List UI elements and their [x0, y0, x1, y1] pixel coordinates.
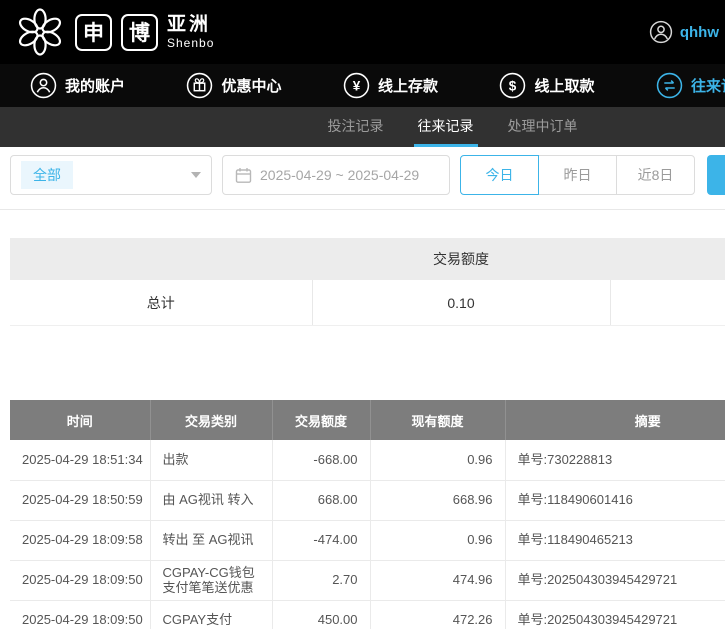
- brand-char-1: 申: [75, 14, 112, 51]
- brand-logo: 申 博 亚洲 Shenbo: [14, 6, 214, 58]
- record-cell-type: 转出 至 AG视讯: [150, 520, 272, 560]
- calendar-icon: [235, 167, 252, 184]
- brand-region: 亚洲: [167, 15, 214, 34]
- nav-item-label: 线上存款: [378, 75, 438, 96]
- date-range-value: 2025-04-29 ~ 2025-04-29: [260, 167, 419, 183]
- user-avatar-icon: [649, 20, 673, 44]
- records-table: 时间交易类别交易额度现有额度摘要 2025-04-29 18:51:34出款-6…: [10, 400, 725, 629]
- record-cell-time: 2025-04-29 18:09:50: [10, 560, 150, 600]
- record-cell-type: 出款: [150, 440, 272, 480]
- category-selected-value: 全部: [21, 161, 73, 189]
- records-icon: [656, 72, 683, 99]
- search-button[interactable]: [707, 155, 725, 195]
- records-header-cell: 交易额度: [272, 400, 370, 440]
- nav-item-label: 往来记录: [691, 75, 725, 96]
- record-cell-type: CGPAY-CG钱包支付笔笔送优惠: [150, 560, 272, 600]
- nav-item-label: 线上取款: [534, 75, 594, 96]
- record-cell-amount: 2.70: [272, 560, 370, 600]
- records-header-cell: 摘要: [505, 400, 725, 440]
- svg-text:¥: ¥: [353, 78, 361, 93]
- summary-total-label: 总计: [10, 280, 312, 326]
- record-cell-balance: 474.96: [370, 560, 505, 600]
- nav-item-label: 我的账户: [65, 75, 125, 96]
- record-cell-balance: 0.96: [370, 440, 505, 480]
- summary-header-empty: [10, 238, 312, 280]
- records-header-cell: 现有额度: [370, 400, 505, 440]
- account-icon: [30, 72, 57, 99]
- record-cell-time: 2025-04-29 18:09:58: [10, 520, 150, 560]
- svg-text:$: $: [509, 78, 517, 93]
- nav-item-deposit[interactable]: ¥ 线上存款: [343, 72, 438, 99]
- summary-table: 交易额度 总计 0.10: [10, 238, 725, 326]
- quick-range-yesterday-button[interactable]: 昨日: [538, 155, 617, 195]
- record-row: 2025-04-29 18:09:58转出 至 AG视讯-474.000.96单…: [10, 520, 725, 560]
- record-cell-balance: 0.96: [370, 520, 505, 560]
- record-cell-time: 2025-04-29 18:51:34: [10, 440, 150, 480]
- brand-name-en: Shenbo: [167, 37, 214, 49]
- tab-label: 投注记录: [328, 116, 384, 136]
- quick-range-today-button[interactable]: 今日: [460, 155, 539, 195]
- record-cell-type: CGPAY支付: [150, 600, 272, 629]
- record-cell-memo: 单号:202504303945429721: [505, 600, 725, 629]
- records-body: 2025-04-29 18:51:34出款-668.000.96单号:73022…: [10, 440, 725, 629]
- summary-header-row: 交易额度: [10, 238, 725, 280]
- record-cell-memo: 单号:202504303945429721: [505, 560, 725, 600]
- quick-range-group: 今日 昨日 近8日: [460, 155, 695, 195]
- deposit-icon: ¥: [343, 72, 370, 99]
- nav-item-transactions[interactable]: 往来记录: [656, 72, 725, 99]
- date-range-input[interactable]: 2025-04-29 ~ 2025-04-29: [222, 155, 450, 195]
- tab-bet-records[interactable]: 投注记录: [324, 107, 388, 147]
- record-cell-balance: 668.96: [370, 480, 505, 520]
- nav-item-withdraw[interactable]: $ 线上取款: [499, 72, 594, 99]
- filter-bar: 全部 2025-04-29 ~ 2025-04-29 今日 昨日 近8日: [0, 147, 725, 210]
- summary-header-empty: [610, 238, 725, 280]
- record-cell-memo: 单号:730228813: [505, 440, 725, 480]
- lotus-logo-icon: [14, 6, 66, 58]
- main-nav: 我的账户 优惠中心 ¥ 线上存款 $: [0, 64, 725, 107]
- record-row: 2025-04-29 18:50:59由 AG视讯 转入668.00668.96…: [10, 480, 725, 520]
- record-row: 2025-04-29 18:09:50CGPAY支付450.00472.26单号…: [10, 600, 725, 629]
- tab-label: 往来记录: [418, 116, 474, 136]
- nav-item-promotions[interactable]: 优惠中心: [186, 72, 281, 99]
- record-cell-amount: -474.00: [272, 520, 370, 560]
- summary-total-value: 0.10: [312, 280, 610, 326]
- record-cell-time: 2025-04-29 18:09:50: [10, 600, 150, 629]
- account-username: qhhw: [680, 24, 719, 41]
- tab-processing-orders[interactable]: 处理中订单: [504, 107, 582, 147]
- category-select[interactable]: 全部: [10, 155, 212, 195]
- brand-char-2: 博: [121, 14, 158, 51]
- account-area[interactable]: qhhw: [649, 20, 719, 44]
- record-cell-balance: 472.26: [370, 600, 505, 629]
- nav-item-label: 优惠中心: [221, 75, 281, 96]
- page: 申 博 亚洲 Shenbo qhhw: [0, 0, 725, 629]
- summary-header-amount: 交易额度: [312, 238, 610, 280]
- withdraw-icon: $: [499, 72, 526, 99]
- summary-total-extra: [610, 280, 725, 326]
- record-cell-memo: 单号:118490601416: [505, 480, 725, 520]
- summary-total-row: 总计 0.10: [10, 280, 725, 326]
- brand-text: 亚洲 Shenbo: [167, 15, 214, 49]
- records-header-cell: 时间: [10, 400, 150, 440]
- quick-range-8days-button[interactable]: 近8日: [616, 155, 695, 195]
- record-cell-type: 由 AG视讯 转入: [150, 480, 272, 520]
- records-header-row: 时间交易类别交易额度现有额度摘要: [10, 400, 725, 440]
- tab-label: 处理中订单: [508, 116, 578, 136]
- record-cell-amount: -668.00: [272, 440, 370, 480]
- promo-icon: [186, 72, 213, 99]
- sub-nav: 投注记录 往来记录 处理中订单: [0, 107, 725, 147]
- record-cell-memo: 单号:118490465213: [505, 520, 725, 560]
- record-cell-time: 2025-04-29 18:50:59: [10, 480, 150, 520]
- record-row: 2025-04-29 18:51:34出款-668.000.96单号:73022…: [10, 440, 725, 480]
- records-header-cell: 交易类别: [150, 400, 272, 440]
- record-cell-amount: 668.00: [272, 480, 370, 520]
- chevron-down-icon: [191, 172, 201, 178]
- top-header: 申 博 亚洲 Shenbo qhhw: [0, 0, 725, 64]
- record-row: 2025-04-29 18:09:50CGPAY-CG钱包支付笔笔送优惠2.70…: [10, 560, 725, 600]
- tab-transaction-records[interactable]: 往来记录: [414, 107, 478, 147]
- nav-item-my-account[interactable]: 我的账户: [30, 72, 125, 99]
- record-cell-amount: 450.00: [272, 600, 370, 629]
